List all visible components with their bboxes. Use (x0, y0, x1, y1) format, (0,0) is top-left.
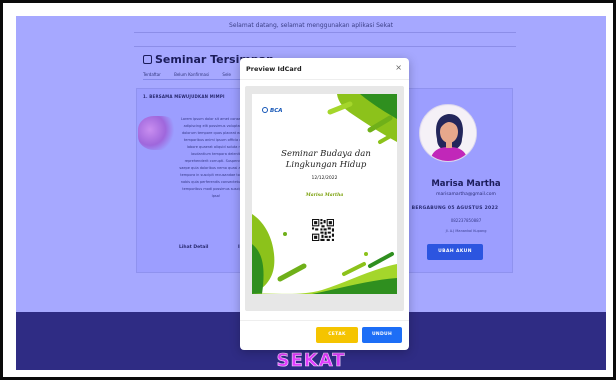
seminar-heading: 1. BERSAMA MEWUJUDKAN MIMPI (143, 94, 225, 99)
modal-body: BCA Seminar Budaya dan Lingkungan Hidup … (245, 86, 404, 311)
screen-frame: Selamat datang, selamat menggunakan apli… (0, 0, 616, 380)
lihat-detail-link[interactable]: Lihat Detail (179, 245, 208, 250)
seminar-thumbnail (138, 116, 178, 150)
profile-phone: 082237850887 (450, 218, 482, 223)
modal-title: Preview IdCard (246, 65, 302, 73)
participant-name: Marisa Martha (305, 193, 344, 198)
divider (134, 46, 516, 47)
tab-underline (143, 79, 253, 80)
tab-bar: Terdaftar Belum Konfirmasi Sele (143, 72, 243, 77)
download-button[interactable]: UNDUH (362, 327, 402, 343)
bank-logo-text: BCA (270, 108, 283, 114)
brand-logo: SEKAT (276, 350, 346, 370)
avatar (419, 104, 477, 162)
modal-footer: CETAK UNDUH (240, 320, 409, 350)
avatar-illustration (421, 106, 476, 161)
idcard-preview: BCA Seminar Budaya dan Lingkungan Hidup … (252, 94, 397, 294)
tab-selesai[interactable]: Sele (222, 72, 231, 77)
idcard-preview-modal: Preview IdCard × BCA Seminar Budaya dan … (240, 58, 409, 350)
print-button[interactable]: CETAK (316, 327, 358, 343)
edit-account-button[interactable]: UBAH AKUN (427, 244, 483, 260)
bank-logo-icon (262, 107, 268, 113)
profile-join-date: BERGABUNG 05 AGUSTUS 2022 (411, 206, 499, 211)
tab-terdaftar[interactable]: Terdaftar (143, 72, 161, 77)
qr-code-icon (312, 219, 334, 241)
divider (134, 32, 516, 33)
welcome-text: Selamat datang, selamat menggunakan apli… (229, 22, 393, 29)
profile-email: marisamartha@gmail.com (436, 192, 496, 197)
tab-belum-konfirmasi[interactable]: Belum Konfirmasi (174, 72, 209, 77)
event-date: 12/12/2022 (311, 176, 338, 181)
profile-address: Jl. A.J Manankol Kupang (445, 229, 487, 233)
profile-name: Marisa Martha (431, 179, 501, 189)
bookmark-icon (143, 55, 152, 64)
close-icon[interactable]: × (395, 63, 402, 72)
modal-header: Preview IdCard × (240, 58, 409, 80)
event-title: Seminar Budaya dan Lingkungan Hidup (281, 149, 371, 170)
bank-logo: BCA (262, 107, 283, 114)
